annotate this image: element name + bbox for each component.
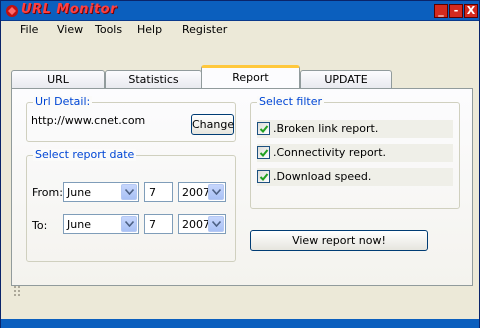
to-label: To: bbox=[32, 219, 48, 232]
tab-statistics[interactable]: Statistics bbox=[105, 70, 202, 89]
to-year-value: 2007 bbox=[182, 218, 210, 231]
chevron-down-icon[interactable] bbox=[208, 184, 224, 200]
from-day-input[interactable]: 7 bbox=[144, 182, 173, 202]
tab-report[interactable]: Report bbox=[201, 65, 300, 89]
download-speed-checkbox[interactable] bbox=[257, 170, 270, 183]
tab-url[interactable]: URL bbox=[11, 70, 105, 89]
title-bar[interactable]: URL Monitor _ - X bbox=[1, 1, 479, 21]
to-month-value: June bbox=[67, 218, 91, 231]
menu-bar: File View Tools Help Register bbox=[1, 21, 479, 39]
close-button[interactable]: X bbox=[464, 4, 478, 18]
to-day-input[interactable]: 7 bbox=[144, 214, 173, 234]
filter-connectivity[interactable]: .Connectivity report. bbox=[257, 144, 453, 162]
from-label: From: bbox=[32, 186, 63, 199]
broken-link-checkbox[interactable] bbox=[257, 122, 270, 135]
filter-group: Select filter .Broken link report. .Conn… bbox=[250, 96, 460, 209]
chevron-down-icon[interactable] bbox=[208, 216, 224, 232]
minimize-button[interactable]: _ bbox=[434, 4, 448, 18]
app-title: URL Monitor bbox=[21, 2, 118, 17]
change-url-button[interactable]: Change bbox=[191, 114, 234, 135]
report-date-legend: Select report date bbox=[33, 148, 137, 161]
menu-help[interactable]: Help bbox=[137, 23, 162, 36]
connectivity-label: .Connectivity report. bbox=[273, 146, 387, 159]
filter-broken-link[interactable]: .Broken link report. bbox=[257, 120, 453, 138]
to-month-select[interactable]: June bbox=[63, 214, 139, 234]
connectivity-checkbox[interactable] bbox=[257, 146, 270, 159]
menu-file[interactable]: File bbox=[20, 23, 38, 36]
menu-tools[interactable]: Tools bbox=[95, 23, 122, 36]
maximize-button[interactable]: - bbox=[449, 4, 463, 18]
report-date-group: Select report date From: June 7 2007 To:… bbox=[26, 149, 236, 262]
filter-legend: Select filter bbox=[257, 95, 325, 108]
chevron-down-icon[interactable] bbox=[121, 184, 137, 200]
menu-view[interactable]: View bbox=[57, 23, 83, 36]
app-window: URL Monitor _ - X File View Tools Help R… bbox=[0, 0, 480, 328]
tab-strip: URL Statistics Report UPDATE bbox=[1, 65, 479, 89]
bottom-frame-bar bbox=[1, 319, 479, 328]
tab-update[interactable]: UPDATE bbox=[300, 70, 392, 89]
menu-register[interactable]: Register bbox=[182, 23, 227, 36]
url-value: http://www.cnet.com bbox=[31, 114, 146, 127]
url-detail-group: Url Detail: http://www.cnet.com Change bbox=[26, 96, 236, 142]
report-tab-panel: Url Detail: http://www.cnet.com Change S… bbox=[11, 88, 473, 286]
broken-link-label: .Broken link report. bbox=[273, 122, 379, 135]
from-month-select[interactable]: June bbox=[63, 182, 139, 202]
view-report-button[interactable]: View report now! bbox=[250, 230, 428, 251]
app-logo-icon bbox=[4, 3, 20, 19]
from-year-select[interactable]: 2007 bbox=[178, 182, 226, 202]
gripper-icon[interactable] bbox=[13, 285, 21, 297]
url-detail-legend: Url Detail: bbox=[33, 95, 93, 108]
download-speed-label: .Download speed. bbox=[273, 170, 372, 183]
filter-download-speed[interactable]: .Download speed. bbox=[257, 168, 453, 186]
from-year-value: 2007 bbox=[182, 186, 210, 199]
from-month-value: June bbox=[67, 186, 91, 199]
chevron-down-icon[interactable] bbox=[121, 216, 137, 232]
to-year-select[interactable]: 2007 bbox=[178, 214, 226, 234]
